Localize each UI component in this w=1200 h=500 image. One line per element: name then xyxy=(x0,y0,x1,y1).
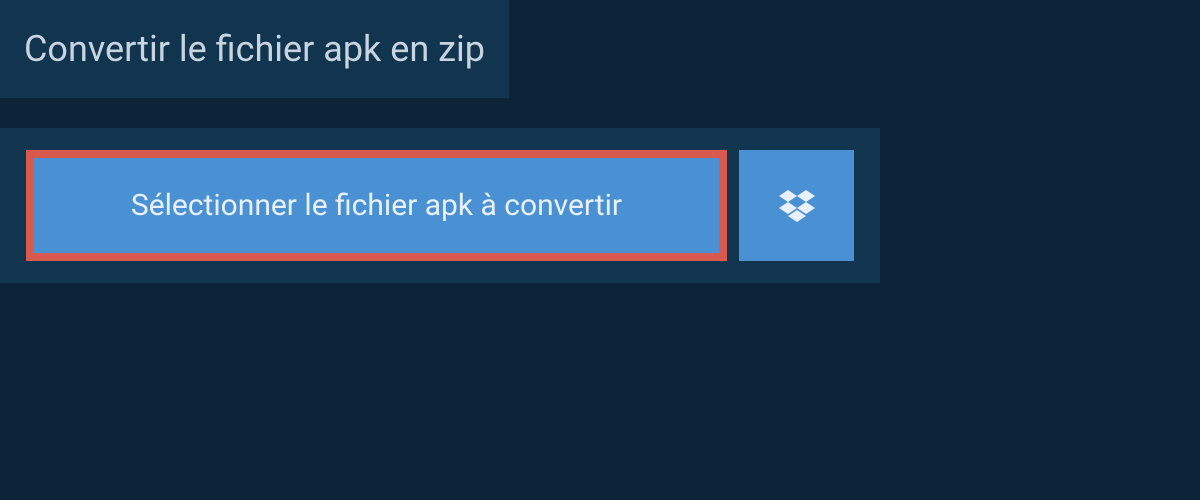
select-file-button[interactable]: Sélectionner le fichier apk à convertir xyxy=(26,150,727,261)
dropbox-icon xyxy=(779,190,815,222)
file-select-panel: Sélectionner le fichier apk à convertir xyxy=(0,128,880,283)
button-row: Sélectionner le fichier apk à convertir xyxy=(26,150,854,261)
dropbox-button[interactable] xyxy=(739,150,854,261)
select-file-label: Sélectionner le fichier apk à convertir xyxy=(131,188,622,223)
page-title: Convertir le fichier apk en zip xyxy=(24,28,485,70)
header-bar: Convertir le fichier apk en zip xyxy=(0,0,509,98)
